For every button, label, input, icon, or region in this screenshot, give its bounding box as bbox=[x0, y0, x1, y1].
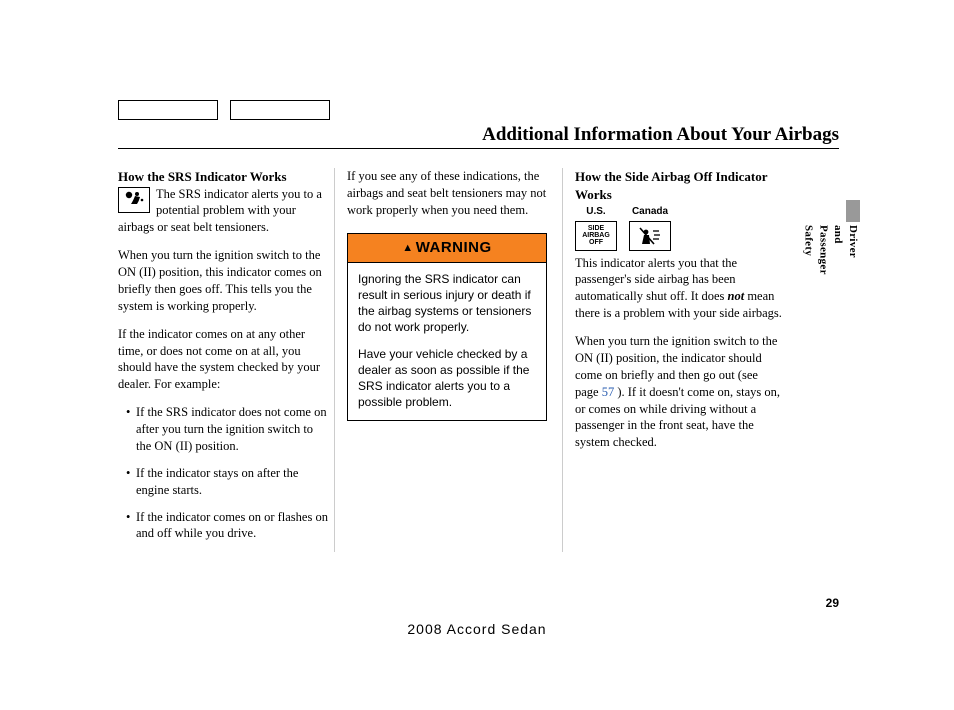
indicator-icons-row: U.S. SIDE AIRBAG OFF Canada bbox=[575, 205, 784, 251]
page-number: 29 bbox=[826, 595, 839, 611]
list-item: If the indicator stays on after the engi… bbox=[126, 465, 328, 499]
us-label: U.S. bbox=[575, 205, 617, 219]
canada-indicator-icon bbox=[629, 221, 671, 251]
canada-indicator-block: Canada bbox=[629, 205, 671, 251]
warning-header: ▲WARNING bbox=[348, 234, 546, 263]
warning-text-1: Ignoring the SRS indicator can result in… bbox=[358, 271, 536, 336]
list-item: If the indicator comes on or flashes on … bbox=[126, 509, 328, 543]
section-label: Driver and Passenger Safety bbox=[801, 225, 860, 275]
footer-vehicle-name: 2008 Accord Sedan bbox=[0, 620, 954, 639]
title-rule bbox=[118, 148, 839, 149]
column-1: How the SRS Indicator Works The SRS indi… bbox=[118, 168, 334, 552]
us-indicator-icon: SIDE AIRBAG OFF bbox=[575, 221, 617, 251]
column-2: If you see any of these indications, the… bbox=[334, 168, 562, 552]
not-emphasis: not bbox=[728, 289, 745, 303]
top-placeholder-boxes bbox=[118, 100, 330, 120]
warning-label: WARNING bbox=[416, 239, 492, 256]
srs-ignition-text: When you turn the ignition switch to the… bbox=[118, 247, 328, 315]
srs-check-text: If the indicator comes on at any other t… bbox=[118, 326, 328, 394]
list-item: If the SRS indicator does not come on af… bbox=[126, 404, 328, 455]
warning-triangle-icon: ▲ bbox=[402, 242, 413, 254]
side-airbag-ignition: When you turn the ignition switch to the… bbox=[575, 333, 784, 451]
placeholder-box-1 bbox=[118, 100, 218, 120]
side-airbag-intro: This indicator alerts you that the passe… bbox=[575, 255, 784, 323]
warning-text-2: Have your vehicle checked by a dealer as… bbox=[358, 346, 536, 411]
column-3: How the Side Airbag Off Indicator Works … bbox=[562, 168, 790, 552]
section-tab bbox=[846, 200, 860, 222]
page-reference-link[interactable]: 57 bbox=[602, 385, 615, 399]
placeholder-box-2 bbox=[230, 100, 330, 120]
page-title: Additional Information About Your Airbag… bbox=[482, 122, 839, 148]
srs-indicator-icon bbox=[118, 187, 150, 213]
airbag-person-icon bbox=[122, 189, 146, 211]
warning-body: Ignoring the SRS indicator can result in… bbox=[348, 263, 546, 421]
srs-heading: How the SRS Indicator Works bbox=[118, 168, 328, 186]
indications-text: If you see any of these indications, the… bbox=[347, 168, 556, 219]
srs-example-list: If the SRS indicator does not come on af… bbox=[126, 404, 328, 542]
canada-label: Canada bbox=[629, 205, 671, 219]
us-indicator-block: U.S. SIDE AIRBAG OFF bbox=[575, 205, 617, 251]
warning-box: ▲WARNING Ignoring the SRS indicator can … bbox=[347, 233, 547, 422]
side-airbag-heading: How the Side Airbag Off Indicator Works bbox=[575, 168, 784, 203]
